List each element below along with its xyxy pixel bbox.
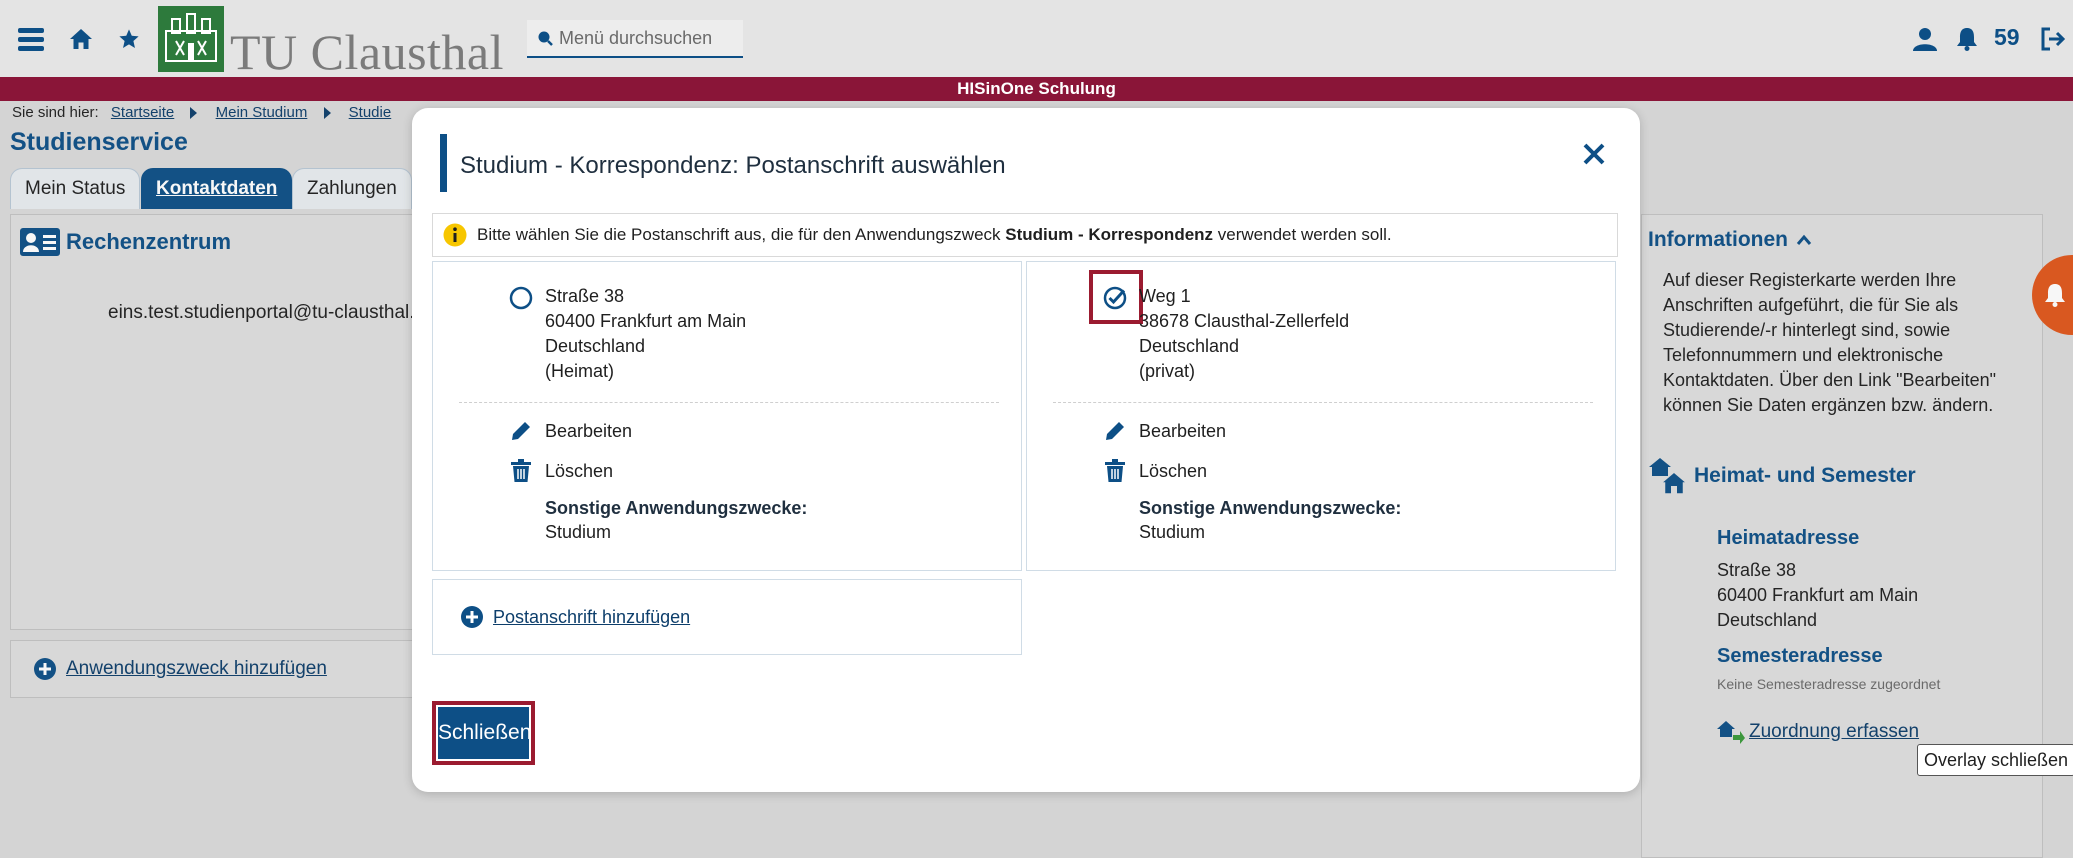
- address-type: (privat): [1139, 361, 1196, 381]
- trash-icon: [1103, 459, 1127, 483]
- address-select-dialog: Studium - Korrespondenz: Postanschrift a…: [412, 108, 1640, 792]
- pencil-icon: [1103, 419, 1127, 443]
- title-accent-bar: [440, 134, 447, 192]
- edit-label[interactable]: Bearbeiten: [1139, 421, 1226, 442]
- delete-address-button[interactable]: Löschen: [509, 459, 613, 483]
- other-purposes-label: Sonstige Anwendungszwecke:: [1139, 498, 1402, 518]
- menu-search-input[interactable]: [559, 27, 729, 49]
- notification-count[interactable]: 59: [1994, 24, 2020, 51]
- address-type: (Heimat): [545, 361, 615, 381]
- address-card-privat: Weg 1 38678 Clausthal-Zellerfeld Deutsch…: [1026, 261, 1616, 571]
- other-purposes-label: Sonstige Anwendungszwecke:: [545, 498, 808, 518]
- plus-circle-icon: [461, 606, 483, 628]
- menu-search[interactable]: [527, 20, 743, 58]
- close-overlay-tooltip: Overlay schließen: [1917, 744, 2073, 776]
- notice-text-pre: Bitte wählen Sie die Postanschrift aus, …: [477, 225, 1001, 244]
- radio-unselected-icon[interactable]: [509, 286, 533, 310]
- bell-icon[interactable]: [1950, 22, 1984, 56]
- address-country: Deutschland: [545, 336, 646, 356]
- address-text: Straße 38 60400 Frankfurt am Main Deutsc…: [545, 284, 746, 384]
- address-text: Weg 1 38678 Clausthal-Zellerfeld Deutsch…: [1139, 284, 1349, 384]
- address-card-heimat: Straße 38 60400 Frankfurt am Main Deutsc…: [432, 261, 1022, 571]
- delete-label[interactable]: Löschen: [545, 461, 613, 482]
- environment-banner: HISinOne Schulung: [0, 77, 2073, 101]
- menu-icon[interactable]: [14, 22, 48, 56]
- close-icon[interactable]: [1576, 136, 1612, 172]
- address-city: 60400 Frankfurt am Main: [545, 311, 747, 331]
- dialog-title: Studium - Korrespondenz: Postanschrift a…: [460, 152, 1006, 179]
- favorites-star-icon[interactable]: [112, 22, 146, 56]
- notice-text: Bitte wählen Sie die Postanschrift aus, …: [477, 225, 1392, 245]
- address-city: 38678 Clausthal-Zellerfeld: [1139, 311, 1350, 331]
- divider: [459, 402, 999, 403]
- radio-selected-check-icon[interactable]: [1103, 286, 1127, 310]
- logout-icon[interactable]: [2036, 22, 2070, 56]
- other-purposes-value: Studium: [1139, 522, 1206, 542]
- edit-address-button[interactable]: Bearbeiten: [1103, 419, 1226, 443]
- notice-text-post: verwendet werden soll.: [1217, 225, 1392, 244]
- address-street: Weg 1: [1139, 286, 1191, 306]
- pencil-icon: [509, 419, 533, 443]
- notice-text-bold: Studium - Korrespondenz: [1005, 225, 1214, 244]
- search-icon: [538, 31, 553, 46]
- info-circle-icon: [443, 223, 467, 247]
- address-country: Deutschland: [1139, 336, 1240, 356]
- edit-address-button[interactable]: Bearbeiten: [509, 419, 632, 443]
- other-purposes-value: Studium: [545, 522, 612, 542]
- info-notice: Bitte wählen Sie die Postanschrift aus, …: [432, 213, 1618, 257]
- user-icon[interactable]: [1908, 22, 1942, 56]
- home-icon[interactable]: [64, 22, 98, 56]
- edit-label[interactable]: Bearbeiten: [545, 421, 632, 442]
- tu-clausthal-seal-icon[interactable]: [158, 6, 224, 72]
- close-dialog-button[interactable]: Schließen: [438, 707, 531, 759]
- address-street: Straße 38: [545, 286, 625, 306]
- logo-text[interactable]: TU Clausthal: [230, 24, 504, 80]
- top-header: TU Clausthal 59: [0, 0, 2073, 80]
- trash-icon: [509, 459, 533, 483]
- divider: [1053, 402, 1593, 403]
- delete-address-button[interactable]: Löschen: [1103, 459, 1207, 483]
- delete-label[interactable]: Löschen: [1139, 461, 1207, 482]
- add-address-label[interactable]: Postanschrift hinzufügen: [493, 607, 690, 628]
- add-address-link[interactable]: Postanschrift hinzufügen: [432, 579, 1022, 655]
- close-button-highlight: Schließen: [432, 701, 535, 765]
